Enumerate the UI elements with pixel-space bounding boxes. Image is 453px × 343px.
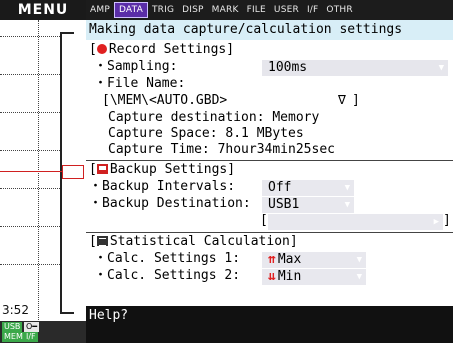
file-browse-icon[interactable]: ∇ bbox=[338, 93, 346, 109]
screen: MENU 3:52 USB O━ MEM I/F AMP DATA TRIG D… bbox=[0, 0, 453, 343]
grid-line bbox=[38, 20, 39, 320]
grid-line bbox=[0, 112, 60, 113]
tab-bar: AMP DATA TRIG DISP MARK FILE USER I/F OT… bbox=[86, 0, 453, 20]
divider bbox=[86, 232, 453, 233]
if-status-badge: I/F bbox=[24, 332, 38, 342]
grid-line bbox=[0, 188, 60, 189]
backup-icon bbox=[96, 164, 108, 174]
scale-tick bbox=[62, 312, 74, 314]
page-title: Making data capture/calculation settings bbox=[86, 20, 453, 40]
waveform-strip: 3:52 bbox=[0, 20, 86, 320]
grid-line bbox=[0, 150, 60, 151]
bracket: [ bbox=[89, 162, 97, 177]
menu-title[interactable]: MENU bbox=[0, 0, 86, 20]
settings-panel: AMP DATA TRIG DISP MARK FILE USER I/F OT… bbox=[86, 0, 453, 343]
chevron-down-icon: ▼ bbox=[356, 255, 362, 265]
tab-file[interactable]: FILE bbox=[243, 3, 270, 17]
bracket: ] bbox=[352, 93, 360, 108]
tab-disp[interactable]: DISP bbox=[178, 3, 208, 17]
tab-user[interactable]: USER bbox=[270, 3, 303, 17]
backup-path-field[interactable]: ▶ bbox=[268, 214, 443, 230]
tab-if[interactable]: I/F bbox=[303, 3, 322, 17]
divider bbox=[86, 160, 453, 161]
mem-status-badge: MEM bbox=[2, 332, 25, 342]
help-bar[interactable]: Help? bbox=[86, 306, 453, 343]
backup-intervals-select[interactable]: Off ▼ bbox=[262, 180, 354, 196]
settings-body: [ Record Settings] ・Sampling: 100ms ▼ ・Fi… bbox=[86, 40, 453, 306]
grid-line bbox=[0, 36, 60, 37]
min-icon: ⇊ bbox=[268, 269, 276, 284]
backup-destination-value: USB1 bbox=[268, 197, 300, 212]
status-area: USB O━ MEM I/F bbox=[0, 321, 86, 343]
record-title-text: Record Settings] bbox=[108, 42, 235, 57]
file-name-value[interactable]: [\MEM\<AUTO.GBD> bbox=[102, 93, 227, 109]
calculator-icon bbox=[96, 236, 108, 246]
backup-intervals-label: ・Backup Intervals: bbox=[89, 179, 236, 194]
sampling-select[interactable]: 100ms ▼ bbox=[262, 60, 448, 76]
tab-othr[interactable]: OTHR bbox=[322, 3, 356, 17]
chevron-down-icon: ▼ bbox=[344, 200, 350, 210]
calc1-select[interactable]: ⇈ Max ▼ bbox=[262, 252, 366, 268]
grid-line bbox=[0, 264, 60, 265]
chevron-down-icon: ▼ bbox=[344, 183, 350, 193]
sampling-label: ・Sampling: bbox=[94, 59, 178, 74]
capture-destination: Capture destination: Memory bbox=[108, 110, 320, 125]
trigger-cursor-marker[interactable] bbox=[62, 165, 84, 179]
tab-amp[interactable]: AMP bbox=[86, 3, 114, 17]
backup-destination-label: ・Backup Destination: bbox=[89, 196, 251, 211]
calc2-value: Min bbox=[277, 269, 302, 284]
chevron-down-icon: ▼ bbox=[438, 63, 444, 73]
tab-mark[interactable]: MARK bbox=[208, 3, 243, 17]
key-lock-icon: O━ bbox=[24, 322, 40, 332]
backup-section-title: [ Backup Settings] bbox=[89, 162, 235, 178]
chevron-down-icon: ▼ bbox=[356, 272, 362, 282]
calc1-label: ・Calc. Settings 1: bbox=[94, 251, 241, 266]
backup-destination-select[interactable]: USB1 ▼ bbox=[262, 197, 354, 213]
sampling-value: 100ms bbox=[268, 60, 308, 75]
tab-trig[interactable]: TRIG bbox=[148, 3, 178, 17]
tab-data[interactable]: DATA bbox=[113, 2, 148, 18]
trigger-cursor-line bbox=[0, 171, 62, 172]
usb-status-badge: USB bbox=[2, 322, 23, 332]
record-section-title: [ Record Settings] bbox=[89, 42, 234, 58]
grid-line bbox=[0, 226, 60, 227]
file-name-label: ・File Name: bbox=[94, 76, 186, 91]
bracket: ] bbox=[443, 213, 451, 228]
stats-title-text: Statistical Calculation] bbox=[109, 234, 298, 249]
calc2-label: ・Calc. Settings 2: bbox=[94, 268, 241, 283]
bracket: [ bbox=[89, 234, 97, 249]
backup-title-text: Backup Settings] bbox=[109, 162, 236, 177]
grid-line bbox=[0, 74, 60, 75]
record-icon bbox=[96, 44, 107, 54]
backup-intervals-value: Off bbox=[268, 180, 292, 195]
scale-tick bbox=[62, 32, 74, 34]
bracket: [ bbox=[260, 213, 268, 228]
stats-section-title: [ Statistical Calculation] bbox=[89, 234, 298, 250]
calc1-value: Max bbox=[277, 252, 302, 267]
capture-space: Capture Space: 8.1 MBytes bbox=[108, 126, 304, 141]
max-icon: ⇈ bbox=[268, 252, 276, 267]
chevron-right-icon: ▶ bbox=[433, 217, 439, 227]
calc2-select[interactable]: ⇊ Min ▼ bbox=[262, 269, 366, 285]
time-label: 3:52 bbox=[2, 303, 29, 317]
capture-time: Capture Time: 7hour34min25sec bbox=[108, 142, 335, 157]
bracket: [ bbox=[89, 42, 97, 57]
